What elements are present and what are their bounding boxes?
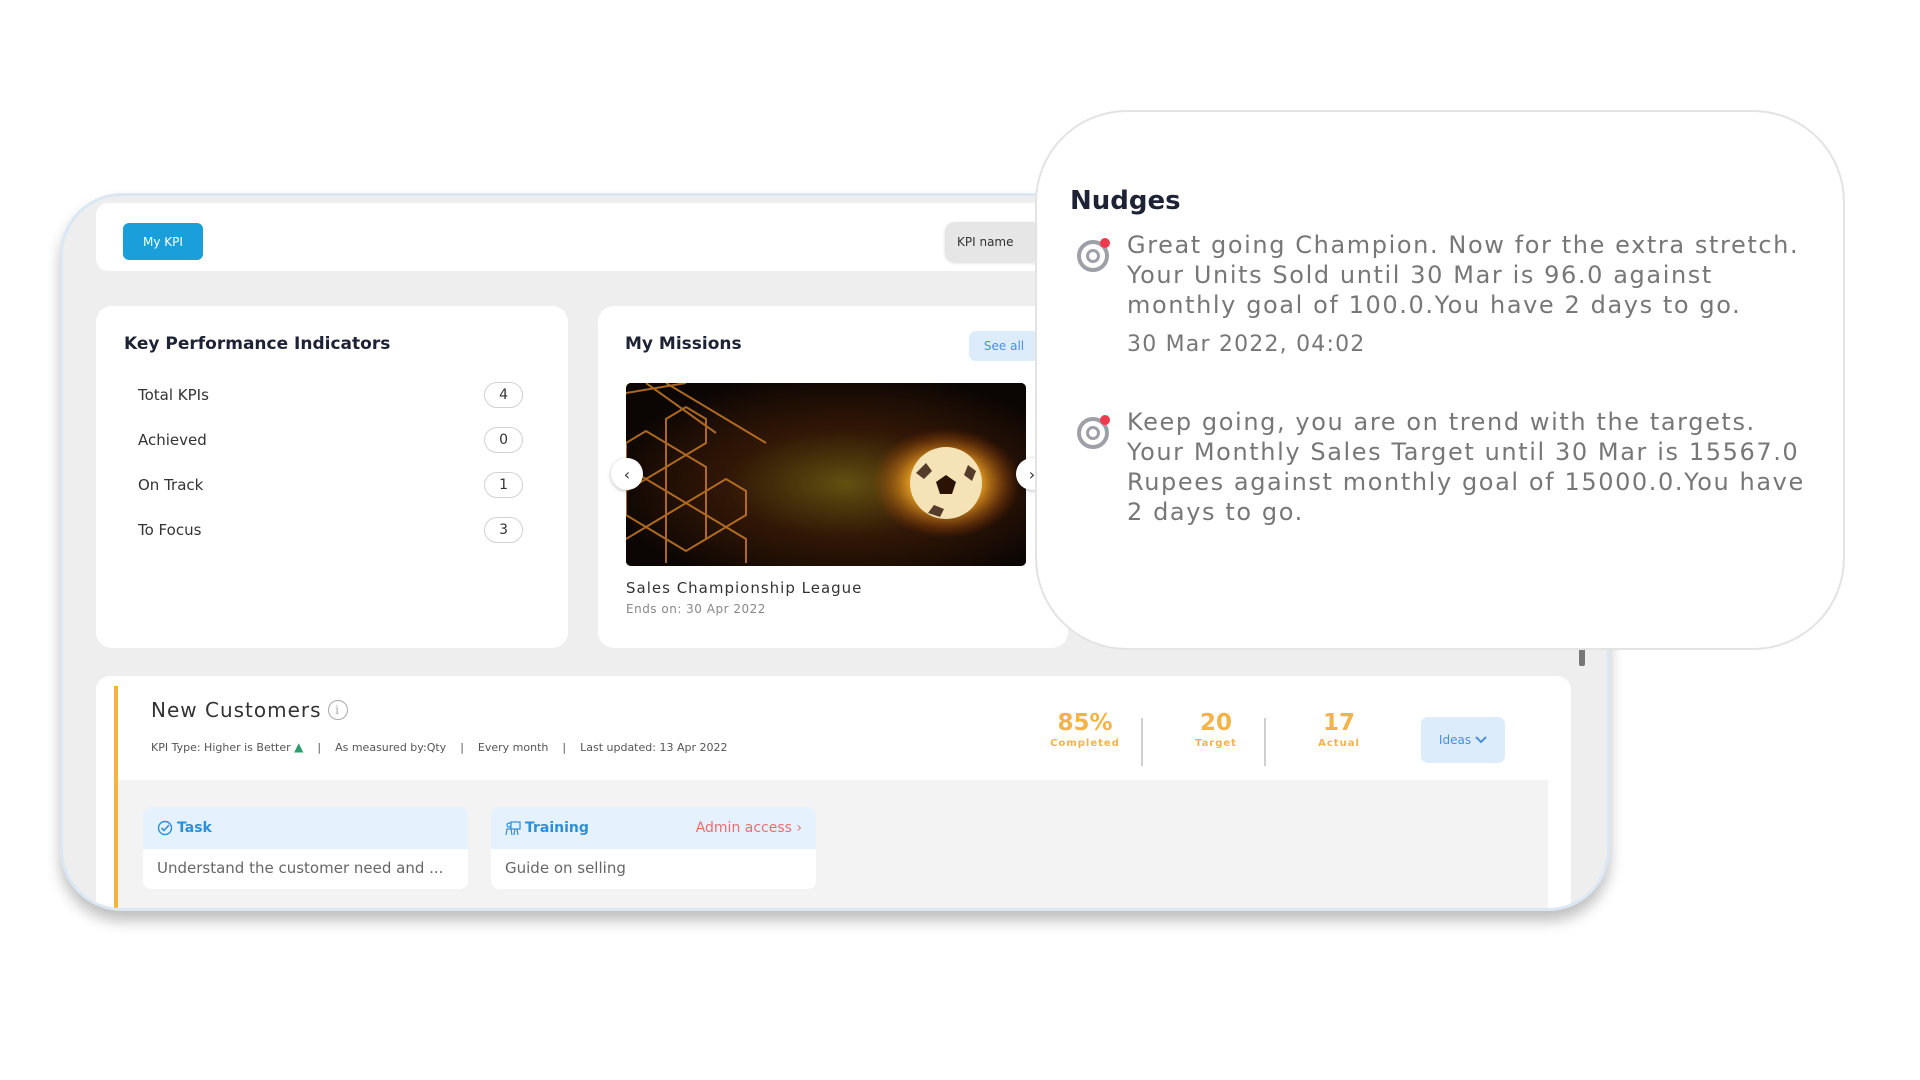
tree-icon: ▲ (294, 740, 304, 754)
stat-divider (1264, 718, 1266, 766)
meta-separator: | (317, 740, 322, 754)
nudge-message: Great going Champion. Now for the extra … (1127, 231, 1800, 319)
kpi-row-label: Achieved (138, 431, 207, 449)
unread-dot (1100, 415, 1110, 425)
mission-banner-image[interactable] (626, 383, 1026, 566)
see-all-button[interactable]: See all (969, 331, 1039, 361)
unread-dot (1100, 238, 1110, 248)
flaming-soccer-ball-image (626, 383, 1026, 566)
mission-name[interactable]: Sales Championship League (626, 579, 862, 597)
training-type-label: Training (525, 820, 589, 836)
nudge-content: Great going Champion. Now for the extra … (1127, 230, 1817, 357)
kpi-type: KPI Type: Higher is Better ▲ (151, 740, 303, 754)
ideas-label: Ideas (1438, 733, 1472, 747)
training-icon (505, 821, 521, 836)
kpi-row-to-focus[interactable]: To Focus 3 (138, 516, 523, 544)
stat-value: 20 (1199, 710, 1232, 736)
kpi-detail-title-text: New Customers (151, 698, 322, 722)
kpi-measured-by: As measured by:Qty (335, 740, 447, 754)
stat-value: 85% (1057, 710, 1113, 736)
nudges-title: Nudges (1070, 186, 1181, 216)
meta-separator: | (460, 740, 464, 754)
kpi-detail-card: New Customers i KPI Type: Higher is Bett… (96, 676, 1571, 908)
missions-card: My Missions See all ‹ › Sales Championsh… (598, 306, 1068, 648)
chevron-down-icon (1475, 736, 1487, 744)
nudge-message: Keep going, you are on trend with the ta… (1127, 408, 1805, 526)
stat-completed: 85% Completed (1030, 710, 1140, 749)
my-kpi-button[interactable]: My KPI (123, 223, 203, 260)
kpi-count-badge: 4 (484, 382, 523, 408)
kpi-summary-title: Key Performance Indicators (124, 334, 391, 354)
chevron-left-icon: ‹ (623, 464, 631, 484)
target-icon (1077, 415, 1111, 449)
kpi-type-text: KPI Type: Higher is Better (151, 741, 291, 754)
training-type: Training (505, 820, 589, 836)
admin-access-link[interactable]: Admin access › (696, 820, 802, 836)
kpi-row-achieved[interactable]: Achieved 0 (138, 426, 523, 454)
task-card[interactable]: Task Understand the customer need and ..… (143, 807, 468, 889)
kpi-name-button[interactable]: KPI name (945, 222, 1045, 262)
carousel-prev-button[interactable]: ‹ (611, 458, 643, 490)
top-bar: My KPI KPI name (96, 203, 1146, 271)
kpi-row-label: Total KPIs (138, 386, 209, 404)
training-card-header: Training Admin access › (491, 807, 816, 849)
training-card[interactable]: Training Admin access › Guide on selling (491, 807, 816, 889)
kpi-meta: KPI Type: Higher is Better ▲ | As measur… (151, 740, 727, 754)
stat-target: 20 Target (1161, 710, 1271, 749)
ideas-dropdown-button[interactable]: Ideas (1421, 717, 1505, 763)
kpi-row-on-track[interactable]: On Track 1 (138, 471, 523, 499)
stat-label: Target (1195, 738, 1237, 749)
kpi-frequency: Every month (477, 740, 549, 754)
stat-divider (1141, 718, 1143, 766)
stat-label: Completed (1050, 738, 1120, 749)
stat-actual: 17 Actual (1284, 710, 1394, 749)
kpi-summary-card: Key Performance Indicators Total KPIs 4 … (96, 306, 568, 648)
training-description: Guide on selling (505, 859, 626, 877)
kpi-last-updated: Last updated: 13 Apr 2022 (580, 740, 728, 754)
kpi-row-total[interactable]: Total KPIs 4 (138, 381, 523, 409)
nudges-panel: Nudges Great going Champion. Now for the… (1035, 110, 1845, 650)
check-circle-icon (157, 820, 173, 836)
kpi-row-label: To Focus (138, 521, 202, 539)
nudge-timestamp: 30 Mar 2022, 04:02 (1127, 332, 1366, 357)
kpi-count-badge: 0 (484, 427, 523, 453)
task-type: Task (157, 820, 212, 836)
kpi-row-label: On Track (138, 476, 204, 494)
kpi-count-badge: 3 (484, 517, 523, 543)
missions-title: My Missions (625, 334, 742, 354)
nudge-item[interactable]: Great going Champion. Now for the extra … (1077, 230, 1817, 357)
nudge-item[interactable]: Keep going, you are on trend with the ta… (1077, 407, 1817, 527)
nudge-content: Keep going, you are on trend with the ta… (1127, 407, 1817, 527)
mission-end-date: Ends on: 30 Apr 2022 (626, 602, 766, 616)
kpi-count-badge: 1 (484, 472, 523, 498)
kpi-actions-area: Task Understand the customer need and ..… (118, 780, 1548, 908)
task-description: Understand the customer need and ... (157, 859, 444, 877)
task-type-label: Task (177, 820, 212, 836)
info-icon[interactable]: i (327, 700, 348, 720)
kpi-detail-title: New Customers i (151, 698, 348, 722)
stat-value: 17 (1322, 710, 1355, 736)
target-icon (1077, 238, 1111, 272)
meta-separator: | (562, 740, 567, 754)
task-card-header: Task (143, 807, 468, 849)
stat-label: Actual (1318, 738, 1360, 749)
